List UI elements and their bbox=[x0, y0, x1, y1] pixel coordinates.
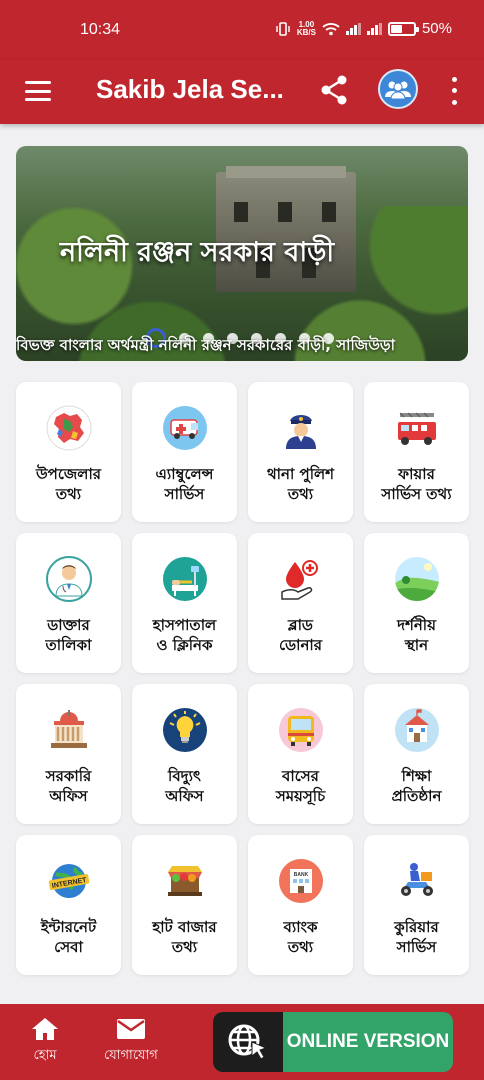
service-card[interactable]: উপজেলার তথ্য bbox=[16, 382, 121, 522]
nav-home[interactable]: হোম bbox=[30, 1016, 60, 1067]
police-icon bbox=[277, 404, 325, 452]
globe-cursor-icon bbox=[213, 1012, 283, 1072]
service-grid: উপজেলার তথ্য এ্যাম্বুলেন্স সার্ভিস থানা পু… bbox=[16, 382, 469, 975]
service-label: থানা পুলিশ তথ্য bbox=[266, 465, 335, 503]
service-card[interactable]: শিক্ষা প্রতিষ্ঠান bbox=[364, 684, 469, 824]
government-building-icon bbox=[45, 706, 93, 754]
group-icon[interactable] bbox=[378, 69, 418, 109]
service-card[interactable]: বিদ্যুৎ অফিস bbox=[132, 684, 237, 824]
nav-contact[interactable]: যোগাযোগ bbox=[104, 1016, 158, 1067]
service-label: বিদ্যুৎ অফিস bbox=[165, 767, 204, 805]
light-bulb-icon bbox=[161, 706, 209, 754]
signal-icon bbox=[345, 22, 361, 35]
landscape-icon bbox=[393, 555, 441, 603]
share-icon[interactable] bbox=[316, 72, 352, 108]
image-slider[interactable]: নলিনী রঞ্জন সরকার বাড়ী বিভক্ত বাংলার অর… bbox=[16, 146, 468, 361]
service-label: ফায়ার সার্ভিস তথ্য bbox=[381, 465, 452, 503]
doctor-icon bbox=[45, 555, 93, 603]
slide-caption: বিভক্ত বাংলার অর্থমন্ত্রী নলিনী রঞ্জন সর… bbox=[16, 336, 395, 354]
service-card[interactable]: দর্শনীয় স্থান bbox=[364, 533, 469, 673]
online-version-label: ONLINE VERSION bbox=[286, 1031, 450, 1052]
service-card[interactable]: এ্যাম্বুলেন্স সার্ভিস bbox=[132, 382, 237, 522]
service-label: হাসপাতাল ও ক্লিনিক bbox=[152, 616, 217, 654]
slide-title: নলিনী রঞ্জন সরকার বাড়ী bbox=[60, 237, 335, 268]
service-label: ব্লাড ডোনার bbox=[278, 616, 323, 654]
signal-icon bbox=[366, 22, 382, 35]
service-card[interactable]: কুরিয়ার সার্ভিস bbox=[364, 835, 469, 975]
status-icons: 1.00 KB/S 50% bbox=[275, 20, 452, 37]
app-bar: Sakib Jela Se... bbox=[0, 60, 484, 124]
battery-icon bbox=[387, 21, 419, 36]
menu-icon[interactable] bbox=[24, 78, 52, 104]
service-card[interactable]: BANK ব্যাংক তথ্য bbox=[248, 835, 353, 975]
ambulance-icon bbox=[161, 404, 209, 452]
service-card[interactable]: বাসের সময়সূচি bbox=[248, 684, 353, 824]
market-icon bbox=[161, 857, 209, 905]
service-label: শিক্ষা প্রতিষ্ঠান bbox=[391, 767, 442, 805]
status-bar: 10:34 1.00 KB/S 50% bbox=[0, 0, 484, 60]
service-card[interactable]: সরকারি অফিস bbox=[16, 684, 121, 824]
vibrate-icon bbox=[276, 21, 290, 36]
service-label: সরকারি অফিস bbox=[45, 767, 92, 805]
service-card[interactable]: ডাক্তার তালিকা bbox=[16, 533, 121, 673]
status-time: 10:34 bbox=[80, 21, 121, 38]
fire-truck-icon bbox=[393, 404, 441, 452]
service-card[interactable]: INTERNET ইন্টারনেট সেবা bbox=[16, 835, 121, 975]
service-card[interactable]: ফায়ার সার্ভিস তথ্য bbox=[364, 382, 469, 522]
net-speed: 1.00 KB/S bbox=[296, 19, 316, 37]
bank-icon: BANK bbox=[277, 857, 325, 905]
service-label: ডাক্তার তালিকা bbox=[45, 616, 92, 654]
service-label: বাসের সময়সূচি bbox=[275, 767, 326, 805]
home-icon bbox=[32, 1018, 58, 1040]
app-title: Sakib Jela Se... bbox=[96, 74, 284, 104]
hospital-icon bbox=[161, 555, 209, 603]
school-icon bbox=[393, 706, 441, 754]
courier-scooter-icon bbox=[393, 857, 441, 905]
internet-globe-icon: INTERNET bbox=[45, 857, 93, 905]
bus-icon bbox=[277, 706, 325, 754]
service-card[interactable]: হাসপাতাল ও ক্লিনিক bbox=[132, 533, 237, 673]
mail-icon bbox=[116, 1019, 145, 1039]
more-options-icon[interactable] bbox=[444, 74, 464, 108]
service-card[interactable]: থানা পুলিশ তথ্য bbox=[248, 382, 353, 522]
service-label: উপজেলার তথ্য bbox=[35, 465, 102, 503]
service-card[interactable]: হাট বাজার তথ্য bbox=[132, 835, 237, 975]
svg-text:BANK: BANK bbox=[293, 872, 308, 878]
blood-donation-icon bbox=[277, 555, 325, 603]
service-label: এ্যাম্বুলেন্স সার্ভিস bbox=[155, 465, 214, 503]
service-card[interactable]: ব্লাড ডোনার bbox=[248, 533, 353, 673]
online-version-button[interactable]: ONLINE VERSION bbox=[213, 1012, 453, 1072]
map-icon bbox=[45, 404, 93, 452]
service-label: দর্শনীয় স্থান bbox=[397, 616, 436, 654]
service-label: ব্যাংক তথ্য bbox=[283, 918, 318, 956]
service-label: কুরিয়ার সার্ভিস bbox=[394, 918, 439, 956]
bottom-nav: হোম যোগাযোগ ONLINE VERSION bbox=[0, 1004, 484, 1080]
service-label: ইন্টারনেট সেবা bbox=[40, 918, 97, 956]
wifi-icon bbox=[322, 22, 340, 35]
battery-percent: 50% bbox=[421, 20, 452, 37]
service-label: হাট বাজার তথ্য bbox=[152, 918, 217, 956]
